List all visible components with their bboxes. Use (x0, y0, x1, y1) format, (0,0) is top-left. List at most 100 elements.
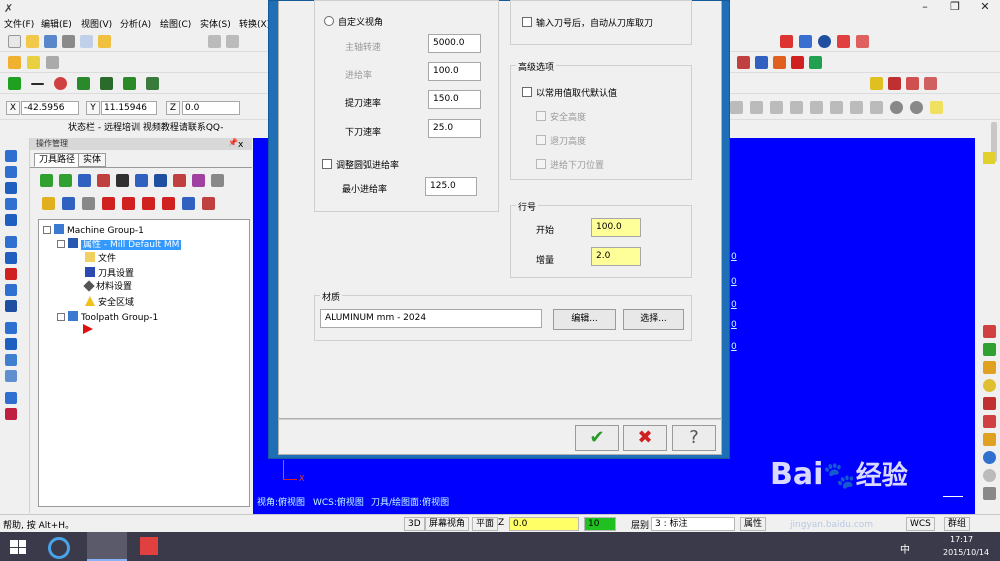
mode-3d-button[interactable]: 3D (404, 517, 425, 531)
undo-icon[interactable] (208, 35, 221, 48)
line-icon[interactable] (31, 83, 44, 85)
contour-icon[interactable] (755, 56, 768, 69)
menu-draw[interactable]: 绘图(C) (160, 17, 191, 30)
face-icon[interactable] (809, 56, 822, 69)
tool-change-checkbox[interactable]: 输入刀号后，自动从刀库取刀 (522, 16, 653, 29)
checkbox-icon[interactable] (522, 17, 532, 27)
ops-help-icon[interactable] (211, 174, 224, 187)
y-coord-input[interactable]: 11.15946 (101, 101, 157, 115)
pencil-icon[interactable] (8, 56, 21, 69)
rs-2-icon[interactable] (983, 343, 996, 356)
retract-height-checkbox[interactable]: 退刀高度 (536, 134, 586, 147)
restore-button[interactable]: ❐ (940, 0, 970, 14)
single-op-icon[interactable] (182, 197, 195, 210)
snap-3-icon[interactable] (770, 101, 783, 114)
collapse-icon[interactable] (57, 313, 65, 321)
sweep-icon[interactable] (5, 182, 17, 194)
tip-icon[interactable] (98, 35, 111, 48)
ops-close-button[interactable]: x (238, 140, 243, 150)
snap-icon[interactable] (730, 101, 743, 114)
rs-5-icon[interactable] (983, 397, 996, 410)
windows-start-icon[interactable] (10, 540, 26, 554)
feed-plane-checkbox[interactable]: 进给下刀位置 (536, 158, 604, 171)
select-dirty-icon[interactable] (59, 174, 72, 187)
layout-icon[interactable] (5, 370, 17, 382)
scroll-icon[interactable] (162, 197, 175, 210)
print-icon[interactable] (62, 35, 75, 48)
snap-4-icon[interactable] (790, 101, 803, 114)
grid-icon[interactable] (888, 77, 901, 90)
collapse-icon[interactable] (43, 226, 51, 234)
torus-icon[interactable] (5, 284, 17, 296)
post-g1-icon[interactable] (154, 174, 167, 187)
rs-4-icon[interactable] (983, 379, 996, 392)
browser-icon[interactable] (48, 537, 70, 559)
block-icon[interactable] (5, 300, 17, 312)
insert-arrow-icon[interactable] (142, 197, 155, 210)
snap-9-icon[interactable] (890, 101, 903, 114)
draft-icon[interactable] (5, 354, 17, 366)
feed-rate-input[interactable]: 100.0 (428, 62, 481, 81)
new-file-icon[interactable] (8, 35, 21, 48)
edit-material-button[interactable]: 编辑... (553, 309, 616, 330)
snap-5-icon[interactable] (810, 101, 823, 114)
checkbox-icon[interactable] (536, 111, 546, 121)
rs-8-icon[interactable] (983, 451, 996, 464)
extrude-icon[interactable] (5, 150, 17, 162)
brush-icon[interactable] (46, 56, 59, 69)
screen-view-button[interactable]: 屏幕视角 (425, 517, 470, 531)
plane-button[interactable]: 平面 (472, 517, 499, 531)
z-depth-input[interactable]: 0.0 (509, 517, 579, 531)
cube-icon[interactable] (780, 35, 793, 48)
checkbox-icon[interactable] (522, 87, 532, 97)
move-down-icon[interactable] (102, 197, 115, 210)
custom-view-radio[interactable]: 自定义视角 (324, 15, 383, 28)
pocket-icon[interactable] (773, 56, 786, 69)
wcs-button[interactable]: WCS (906, 517, 935, 531)
snap-7-icon[interactable] (850, 101, 863, 114)
boolean-icon[interactable] (5, 338, 17, 350)
mill-op-icon[interactable] (737, 56, 750, 69)
wand-icon[interactable] (27, 56, 40, 69)
start-input[interactable]: 100.0 (591, 218, 641, 237)
arc-feed-checkbox[interactable]: 调整圆弧进给率 (322, 158, 399, 171)
fillet-icon[interactable] (123, 77, 136, 90)
sphere-icon[interactable] (818, 35, 831, 48)
delete-icon[interactable] (192, 174, 205, 187)
pin-icon[interactable]: 📌 (228, 138, 238, 147)
level-select[interactable]: 3 : 标注 (651, 517, 735, 531)
select-material-button[interactable]: 选择... (623, 309, 684, 330)
shade-icon[interactable] (837, 35, 850, 48)
rs-6-icon[interactable] (983, 415, 996, 428)
point-icon[interactable] (8, 77, 21, 90)
render-icon[interactable] (856, 35, 869, 48)
min-feed-input[interactable]: 125.0 (425, 177, 477, 196)
insert-arrow-icon[interactable] (83, 324, 93, 334)
minimize-button[interactable]: – (910, 0, 940, 14)
checkbox-icon[interactable] (536, 135, 546, 145)
toggle-display-icon[interactable] (62, 197, 75, 210)
mastercam-taskbar-icon[interactable] (87, 532, 127, 561)
table-icon[interactable] (906, 77, 919, 90)
tree-item[interactable]: Machine Group-1 (43, 224, 144, 237)
revolve-icon[interactable] (5, 166, 17, 178)
highfeed-icon[interactable] (173, 174, 186, 187)
level-icon[interactable] (983, 152, 995, 164)
checkbox-icon[interactable] (322, 159, 332, 169)
verify-icon[interactable] (135, 174, 148, 187)
drill-icon[interactable] (791, 56, 804, 69)
use-common-checkbox[interactable]: 以常用值取代默认值 (522, 86, 617, 99)
tab-solids[interactable]: 实体 (78, 153, 107, 167)
ime-indicator[interactable]: 中 (900, 541, 910, 556)
safe-height-checkbox[interactable]: 安全高度 (536, 110, 586, 123)
menu-file[interactable]: 文件(F) (4, 17, 34, 30)
snap-8-icon[interactable] (870, 101, 883, 114)
regen-all-icon[interactable] (78, 174, 91, 187)
regen-dirty-icon[interactable] (97, 174, 110, 187)
snap-6-icon[interactable] (830, 101, 843, 114)
rs-3-icon[interactable] (983, 361, 996, 374)
table-2-icon[interactable] (5, 392, 17, 404)
material-input[interactable]: ALUMINUM mm - 2024 (320, 309, 542, 328)
tree-item[interactable]: 材料设置 (83, 280, 132, 293)
help-icon[interactable] (930, 101, 943, 114)
